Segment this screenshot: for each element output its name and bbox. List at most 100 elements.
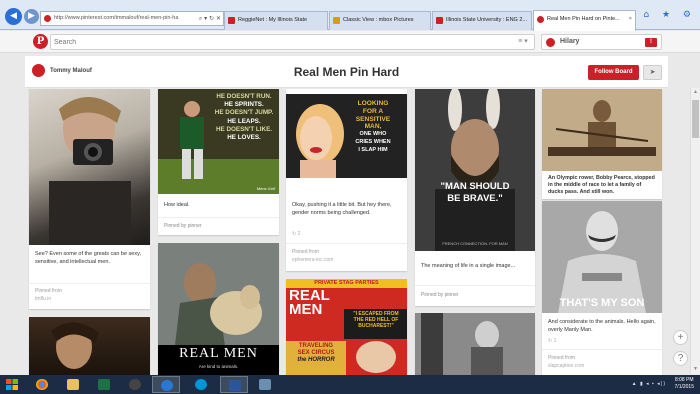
chrome-icon [36,379,48,390]
pin-grid: See? Even some of the greats can be sexy… [0,89,700,375]
meme-line: I SLAP HIM [358,146,388,153]
rower-photo [542,89,662,171]
repin-count-value: 1 [553,338,557,344]
pin-card[interactable]: PRIVATE STAG PARTIES REAL MEN "I ESCAPED… [286,279,407,375]
isu-favicon-icon [436,17,443,24]
taskbar-app[interactable] [121,376,149,393]
taskbar-internet-explorer[interactable] [152,376,180,393]
pin-source[interactable]: ephemera-inc.com [292,257,333,263]
pin-card[interactable] [415,313,535,375]
cover-title: REAL MEN [289,288,345,317]
pinterest-logo-icon[interactable]: P [33,34,48,49]
pin-card[interactable]: HE DOESN'T RUN. HE SPRINTS. HE DOESN'T J… [158,89,279,235]
pin-image[interactable]: PRIVATE STAG PARTIES REAL MEN "I ESCAPED… [286,279,407,375]
close-tab-icon[interactable]: × [629,11,632,28]
search-box[interactable]: ≡ ▾ [50,34,535,50]
pin-card[interactable]: LOOKING FOR A SENSITIVE MAN, ONE WHO CRI… [286,89,407,271]
windows-taskbar: ▲ ▮ ◂ ▪ ◂)) 8:08 PM 7/1/2015 [0,375,700,394]
pin-card[interactable]: "MAN SHOULD BE BRAVE." FRENCH CONNECTION… [415,89,535,306]
back-arrow-icon[interactable]: ◀ [5,8,22,25]
meme-line: ONE WHO [359,131,387,138]
taskbar-hp[interactable] [187,376,215,393]
taskbar-excel[interactable] [90,376,118,393]
search-input[interactable] [54,36,504,48]
scroll-up-icon[interactable]: ▲ [691,88,700,97]
taskbar-word[interactable] [220,376,248,393]
tab-illinois-state[interactable]: Illinois State University : ENG 2... [432,11,532,30]
pin-image[interactable]: REAL MEN Are kind to animals. [158,243,279,375]
taskbar-explorer[interactable] [59,376,87,393]
pin-image[interactable] [29,89,150,245]
pin-image[interactable] [415,313,535,375]
pin-source-label: Pinned from [548,355,575,361]
divider [415,285,535,286]
reggienet-favicon-icon [228,17,235,24]
tab-real-men-pin-hard[interactable]: Real Men Pin Hard on Pinte... × [533,10,636,31]
tab-label: Classic View : mbox Pictures [343,17,414,23]
divider [158,217,279,218]
word-icon [229,380,241,391]
bearded-man-bunny-ears-photo [415,89,535,251]
pin-description: See? Even some of the greats can be sexy… [35,251,141,265]
pin-card[interactable]: An Olympic rower, Bobby Pearce, stopped … [542,89,662,199]
photos-icon [259,379,271,390]
taskbar-photos[interactable] [251,376,279,393]
tab-classic-view[interactable]: Classic View : mbox Pictures [329,11,431,30]
scroll-thumb[interactable] [692,100,699,138]
user-menu-button[interactable]: Hilary ! [541,34,662,50]
address-bar[interactable]: http://www.pinterest.com/tmmalouf/real-m… [40,11,224,26]
repin-count[interactable]: ↻ 2 [292,231,300,237]
meme-line: HE SPRINTS. [224,101,264,109]
divider [29,283,150,284]
taskbar-clock[interactable]: 8:08 PM 7/1/2015 [675,377,694,391]
cover-line: BUCHAREST!" [358,323,394,329]
pin-source[interactable]: tmflu.in [35,296,51,302]
meme-line: HE DOESN'T RUN. [216,93,272,100]
pin-image[interactable]: HE DOESN'T RUN. HE SPRINTS. HE DOESN'T J… [158,89,279,194]
pin-description: An Olympic rower, Bobby Pearce, stopped … [548,175,655,195]
clock-time: 8:08 PM [674,377,694,383]
tab-reggienet[interactable]: ReggieNet : My Illinois State [224,11,328,30]
add-pin-button[interactable]: + [673,330,688,345]
pinterest-tab-favicon-icon [537,16,544,23]
pinned-by[interactable]: Pinned by pinner [164,223,202,229]
meme-line: HE DOESN'T JUMP. [214,109,274,117]
tab-label: Real Men Pin Hard on Pinte... [547,16,620,22]
follow-board-button[interactable]: Follow Board [588,65,639,80]
cover-line: TRAVELING [298,343,334,349]
pinned-by[interactable]: Pinned by pinner [421,292,459,298]
notification-icon[interactable]: ! [645,38,657,47]
brand-footer: FRENCH CONNECTION. FOR MAN [442,241,508,246]
tab-label: ReggieNet : My Illinois State [238,17,308,23]
search-menu-icon[interactable]: ≡ ▾ [514,37,532,47]
home-favorites-settings-icon[interactable]: ⌂ ★ ⚙ [643,10,696,20]
pin-card[interactable]: See? Even some of the greats can be sexy… [29,89,150,309]
send-board-icon[interactable]: ➤ [643,65,662,80]
address-search-refresh-icon[interactable]: ⌕ ▾ ↻ ✕ [199,12,221,25]
scrollbar[interactable]: ▲ ▼ [690,88,700,374]
browser-toolbar: ◀ ▶ http://www.pinterest.com/tmmalouf/re… [0,0,700,31]
windows-start-icon[interactable] [6,379,18,390]
taskbar-chrome[interactable] [28,376,56,393]
pin-image[interactable]: THAT'S MY SON [542,201,662,313]
pin-image[interactable] [542,89,662,171]
system-tray-icons[interactable]: ▲ ▮ ◂ ▪ ◂)) [632,381,666,387]
cover-subtitle: TRAVELING SEX CIRCUS the HORROR [288,343,344,364]
mbox-favicon-icon [333,17,340,24]
pin-image[interactable] [29,317,150,375]
pin-source[interactable]: slapcaption.com [548,363,584,369]
board-title: Real Men Pin Hard [293,65,400,79]
pin-image[interactable]: "MAN SHOULD BE BRAVE." FRENCH CONNECTION… [415,89,535,251]
pin-source-label: Pinned from [292,249,319,255]
pin-card[interactable]: THAT'S MY SON And considerate to the ani… [542,201,662,375]
help-button[interactable]: ? [673,351,688,366]
repin-count[interactable]: ↻ 1 [548,338,556,344]
meme-text-lines: "MAN SHOULD BE BRAVE." [415,181,535,205]
pin-card[interactable]: REAL MEN Are kind to animals. [158,243,279,375]
address-text: http://www.pinterest.com/tmmalouf/real-m… [54,15,179,21]
pin-card[interactable] [29,317,150,375]
scroll-down-icon[interactable]: ▼ [691,365,700,374]
pin-image[interactable]: LOOKING FOR A SENSITIVE MAN, ONE WHO CRI… [286,94,407,178]
pin-source-label: Pinned from [35,288,62,294]
forward-arrow-icon[interactable]: ▶ [24,9,39,24]
